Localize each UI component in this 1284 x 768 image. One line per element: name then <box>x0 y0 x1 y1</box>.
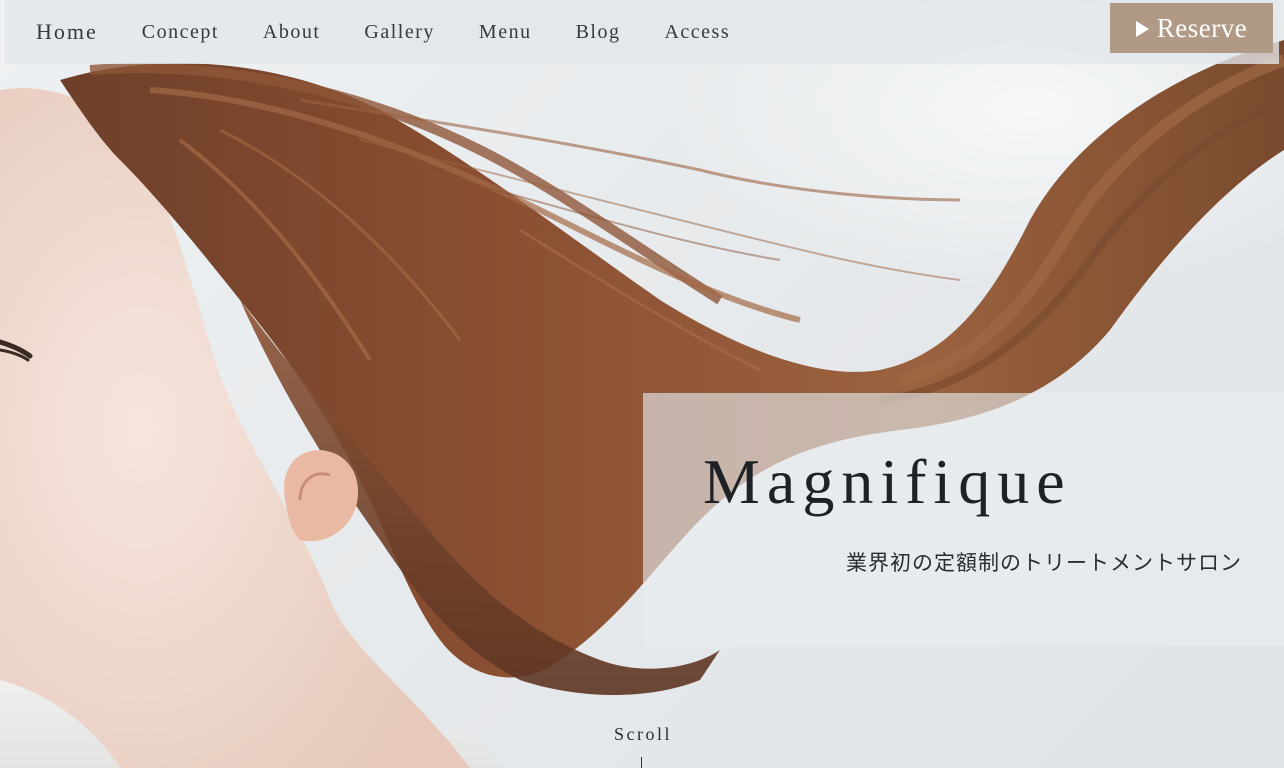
nav-item-concept[interactable]: Concept <box>142 21 219 43</box>
hero-caption-panel: Magnifique 業界初の定額制のトリートメントサロン <box>643 393 1284 646</box>
scroll-line <box>641 757 642 768</box>
nav-item-menu[interactable]: Menu <box>479 21 532 43</box>
nav-item-blog[interactable]: Blog <box>576 21 621 43</box>
scroll-indicator[interactable]: Scroll <box>603 724 683 745</box>
play-icon <box>1135 21 1149 37</box>
hero-section: Home Concept About Gallery Menu Blog Acc… <box>0 0 1284 768</box>
nav-item-gallery[interactable]: Gallery <box>364 21 434 43</box>
hero-tagline: 業界初の定額制のトリートメントサロン <box>846 551 1242 575</box>
top-nav: Home Concept About Gallery Menu Blog Acc… <box>5 0 1279 64</box>
nav-item-about[interactable]: About <box>263 21 321 43</box>
hero-photo <box>0 40 1284 768</box>
brand-title: Magnifique <box>703 446 1072 517</box>
nav-item-access[interactable]: Access <box>664 21 730 43</box>
reserve-button[interactable]: Reserve <box>1110 3 1273 53</box>
nav-item-home[interactable]: Home <box>36 19 98 44</box>
reserve-label: Reserve <box>1156 12 1248 43</box>
nav-list: Home Concept About Gallery Menu Blog Acc… <box>5 19 774 45</box>
